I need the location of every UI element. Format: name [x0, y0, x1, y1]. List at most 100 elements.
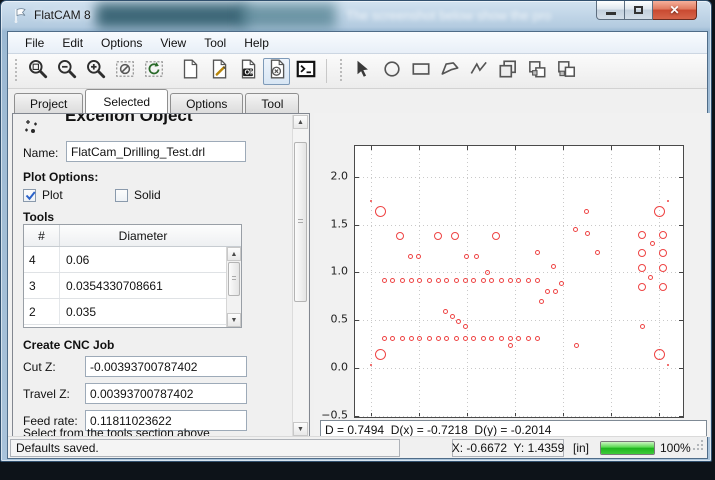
select-button[interactable]	[349, 58, 376, 85]
drill-point-small-drills	[489, 336, 494, 341]
name-input[interactable]	[66, 141, 246, 162]
plot-checkbox[interactable]	[23, 189, 36, 202]
import-excellon-icon	[266, 58, 288, 85]
select-icon	[352, 58, 374, 85]
tab-selected[interactable]: Selected	[85, 89, 168, 113]
solid-checkbox[interactable]	[115, 189, 128, 202]
draw-rectangle-button[interactable]	[407, 58, 434, 85]
table-row[interactable]: 20.035	[24, 299, 241, 325]
copy-objects-icon	[555, 58, 577, 85]
tool-number-cell: 4	[24, 247, 60, 272]
drill-point-small-drills	[427, 278, 432, 283]
draw-circle-button[interactable]	[378, 58, 405, 85]
scroll-down-icon[interactable]: ▼	[293, 422, 308, 436]
draw-circle-icon	[381, 58, 403, 85]
drill-point-small-drills	[471, 278, 476, 283]
menu-item-view[interactable]: View	[151, 33, 195, 53]
scrollbar-thumb[interactable]	[294, 142, 307, 302]
name-label: Name:	[23, 146, 58, 160]
tab-options[interactable]: Options	[170, 93, 243, 113]
menu-item-options[interactable]: Options	[92, 33, 151, 53]
plot-checkbox-label: Plot	[42, 188, 63, 202]
cnc-job-label: Create CNC Job	[23, 338, 114, 352]
draw-polyline-button[interactable]	[465, 58, 492, 85]
tools-table: # Diameter 40.0630.035433070866120.035 ▲…	[23, 224, 242, 328]
move-objects-button[interactable]	[523, 58, 550, 85]
menu-item-tool[interactable]: Tool	[195, 33, 235, 53]
menu-bar: FileEditOptionsViewToolHelp	[8, 32, 707, 54]
toolbar-drag-handle[interactable]	[339, 59, 344, 83]
drill-point-medium-drills	[638, 283, 646, 291]
scroll-up-icon[interactable]: ▲	[293, 115, 308, 129]
travel-z-input[interactable]	[85, 383, 247, 404]
zoom-fit-button[interactable]	[24, 58, 51, 85]
replot-button[interactable]	[140, 58, 167, 85]
shell-button[interactable]	[292, 58, 319, 85]
copy-objects-button[interactable]	[552, 58, 579, 85]
drill-point-small-drills	[454, 336, 459, 341]
import-gerber-button[interactable]: Ok	[234, 58, 261, 85]
draw-polygon-icon	[439, 58, 461, 85]
tool-diameter-cell: 0.035	[60, 299, 241, 324]
table-row[interactable]: 30.0354330708661	[24, 273, 241, 299]
drill-point-small-drills	[382, 336, 387, 341]
menu-item-edit[interactable]: Edit	[53, 33, 92, 53]
new-project-icon	[179, 58, 201, 85]
table-row[interactable]: 40.06	[24, 247, 241, 273]
maximize-button[interactable]	[625, 1, 653, 20]
scroll-down-icon[interactable]: ▼	[227, 313, 241, 327]
tools-table-scrollbar[interactable]: ▲ ▼	[226, 247, 241, 327]
copy-geometry-button[interactable]	[494, 58, 521, 85]
drill-point-small-drills	[545, 289, 550, 294]
drill-point-small-drills	[417, 278, 422, 283]
drill-point-small-drills	[400, 336, 405, 341]
zoom-in-button[interactable]	[82, 58, 109, 85]
minimize-button[interactable]	[596, 1, 625, 20]
draw-polygon-button[interactable]	[436, 58, 463, 85]
drill-point-small-drills	[390, 278, 395, 283]
tools-col-diameter[interactable]: Diameter	[60, 225, 241, 246]
drill-point-small-drills	[508, 336, 513, 341]
close-button[interactable]: ✕	[653, 1, 697, 20]
plot-axes[interactable]	[354, 145, 684, 418]
tick-mark	[611, 146, 612, 150]
new-project-button[interactable]	[176, 58, 203, 85]
zoom-out-button[interactable]	[53, 58, 80, 85]
drill-point-small-drills	[535, 278, 540, 283]
tick-mark	[659, 146, 660, 150]
drill-point-small-drills	[585, 231, 590, 236]
titlebar[interactable]: The screenshot below show the pro FlatCA…	[1, 1, 711, 31]
status-message: Defaults saved.	[10, 439, 400, 457]
zoom-fit-icon	[27, 58, 49, 85]
menu-item-help[interactable]: Help	[235, 33, 278, 53]
gridline	[355, 416, 683, 417]
draw-rectangle-icon	[410, 58, 432, 85]
minimize-icon	[606, 12, 616, 15]
panel-scrollbar[interactable]: ▲ ▼	[292, 115, 308, 436]
drill-point-small-drills	[499, 278, 504, 283]
tool-number-cell: 2	[24, 299, 60, 324]
y-tick-label: 2.0	[318, 169, 348, 182]
client-area: FileEditOptionsViewToolHelp Ok ProjectSe…	[7, 31, 708, 459]
drill-point-small-drills	[574, 343, 579, 348]
scroll-up-icon[interactable]: ▲	[227, 247, 241, 261]
tool-number-cell: 3	[24, 273, 60, 298]
drill-point-small-drills	[516, 336, 521, 341]
window-controls: ✕	[596, 1, 697, 20]
open-project-button[interactable]	[205, 58, 232, 85]
tab-tool[interactable]: Tool	[245, 93, 299, 113]
toolbar-drag-handle[interactable]	[14, 59, 19, 83]
tick-mark	[563, 146, 564, 150]
tools-col-num[interactable]: #	[24, 225, 60, 246]
copy-geometry-icon	[497, 58, 519, 85]
tab-project[interactable]: Project	[14, 93, 83, 113]
scrollbar-thumb[interactable]	[228, 262, 240, 296]
resize-grip[interactable]	[692, 438, 704, 456]
import-excellon-button[interactable]	[263, 58, 290, 85]
drill-point-small-drills	[474, 254, 479, 259]
plot-canvas[interactable]: 0.00.51.01.52.02.53.02.01.51.00.50.0−0.5	[314, 113, 710, 437]
clear-plot-button[interactable]	[111, 58, 138, 85]
menu-item-file[interactable]: File	[16, 33, 53, 53]
cut-z-input[interactable]	[85, 356, 247, 377]
drill-point-small-drills	[573, 227, 578, 232]
